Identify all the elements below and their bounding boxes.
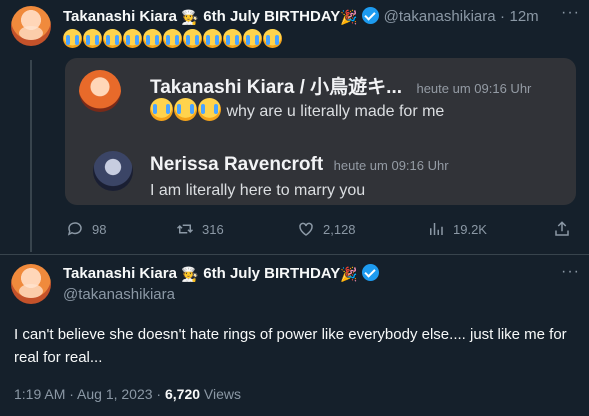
crying-emoji-icon <box>150 98 173 121</box>
retweet-button[interactable]: 316 <box>176 220 224 238</box>
views-icon <box>430 223 443 235</box>
avatar <box>79 70 121 112</box>
message-timestamp: heute um 09:16 Uhr <box>416 81 532 96</box>
like-count: 2,128 <box>323 221 356 237</box>
display-name-suffix[interactable]: 6th July BIRTHDAY <box>203 8 340 25</box>
view-count: 6,720 <box>165 386 201 402</box>
embedded-image[interactable]: Takanashi Kiara / 小鳥遊キ... heute um 09:16… <box>65 58 576 205</box>
crying-emoji-icon <box>103 29 122 48</box>
retweet-count: 316 <box>202 221 224 237</box>
handle[interactable]: @takanashikiara <box>384 8 496 25</box>
chef-hat-icon: 🧑‍🍳 <box>181 9 199 25</box>
crying-emoji-icon <box>174 98 197 121</box>
tweet-header: Takanashi Kiara 🧑‍🍳 6th July BIRTHDAY🎉 @… <box>63 7 539 25</box>
crying-emoji-icon <box>123 29 142 48</box>
share-button[interactable] <box>553 220 571 238</box>
party-popper-icon: 🎉 <box>340 9 358 25</box>
avatar[interactable] <box>11 264 51 304</box>
crying-emoji-icon <box>203 29 222 48</box>
message-author: Takanashi Kiara / 小鳥遊キ... <box>150 77 403 98</box>
crying-emoji-icon <box>163 29 182 48</box>
emoji-row <box>63 29 283 53</box>
crying-emoji-icon <box>83 29 102 48</box>
avatar <box>93 151 133 191</box>
crying-emoji-icon <box>198 98 221 121</box>
crying-emoji-icon <box>223 29 242 48</box>
tweet-meta: 1:19 AM · Aug 1, 2023 · 6,720 Views <box>14 386 241 402</box>
display-name[interactable]: Takanashi Kiara <box>63 8 177 25</box>
reply-button[interactable]: 98 <box>66 220 106 238</box>
message-timestamp: heute um 09:16 Uhr <box>333 158 449 173</box>
message-header: Takanashi Kiara / 小鳥遊キ... heute um 09:16… <box>150 72 531 99</box>
like-button[interactable]: 2,128 <box>297 220 356 238</box>
display-name[interactable]: Takanashi Kiara <box>63 265 177 282</box>
verified-badge-icon[interactable] <box>362 264 380 281</box>
party-popper-icon: 🎉 <box>340 266 358 282</box>
reply-icon <box>67 222 82 236</box>
tweet-timestamp[interactable]: 1:19 AM · Aug 1, 2023 · <box>14 386 165 402</box>
message-body: why are u literally made for me <box>150 98 444 126</box>
crying-emoji-icon <box>143 29 162 48</box>
timestamp[interactable]: 12m <box>509 8 538 25</box>
more-icon[interactable]: ··· <box>561 263 580 281</box>
crying-emoji-icon <box>63 29 82 48</box>
message-text: I am literally here to marry you <box>150 182 366 199</box>
retweet-icon <box>176 224 194 234</box>
chef-hat-icon: 🧑‍🍳 <box>181 266 199 282</box>
like-icon <box>299 222 313 236</box>
message-text: why are u literally made for me <box>226 103 445 120</box>
reply-count: 98 <box>92 221 107 237</box>
views-label: Views <box>200 386 242 402</box>
crying-emoji-icon <box>243 29 262 48</box>
share-icon <box>555 221 569 236</box>
views-button[interactable]: 19.2K <box>427 220 487 238</box>
tweet-text: I can't believe she doesn't hate rings o… <box>14 326 567 366</box>
avatar[interactable] <box>11 6 51 46</box>
views-count: 19.2K <box>453 221 487 237</box>
thread-line <box>30 60 32 252</box>
more-icon[interactable]: ··· <box>561 4 580 22</box>
handle[interactable]: @takanashikiara <box>63 286 175 303</box>
divider <box>0 254 589 255</box>
tweet-header: Takanashi Kiara 🧑‍🍳 6th July BIRTHDAY🎉 <box>63 264 380 283</box>
display-name-suffix[interactable]: 6th July BIRTHDAY <box>203 265 340 282</box>
crying-emoji-icon <box>263 29 282 48</box>
message-header: Nerissa Ravencroft heute um 09:16 Uhr <box>150 154 449 176</box>
verified-badge-icon[interactable] <box>362 7 380 24</box>
crying-emoji-icon <box>183 29 202 48</box>
message-author: Nerissa Ravencroft <box>150 154 324 175</box>
